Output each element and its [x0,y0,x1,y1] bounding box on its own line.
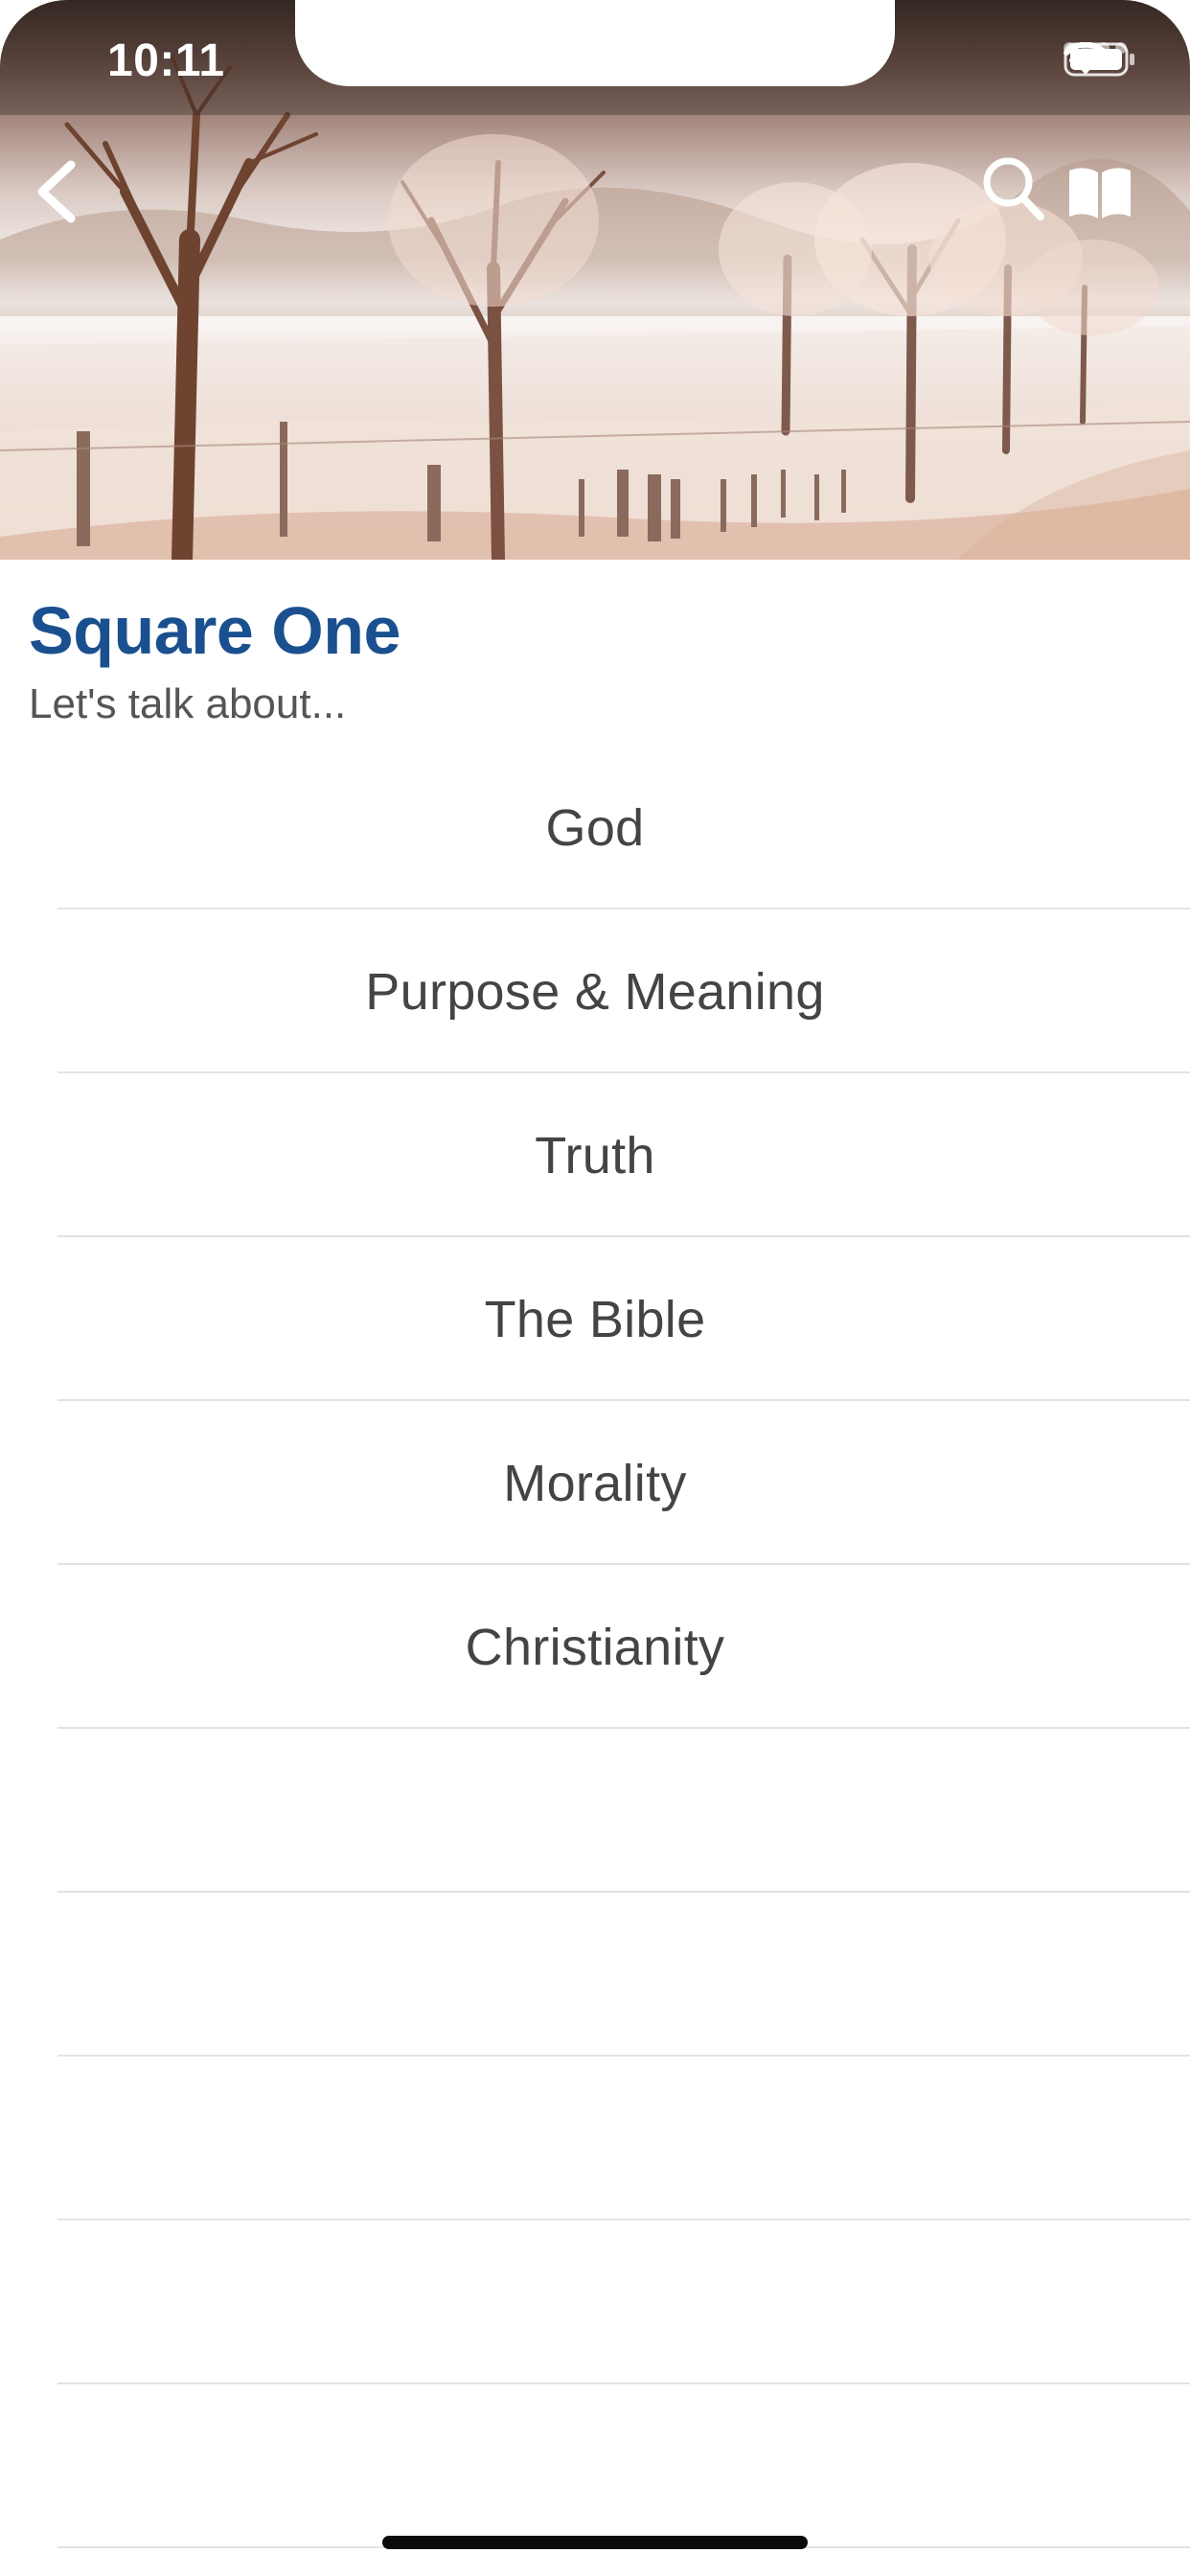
topic-label: Truth [535,1126,655,1184]
battery-icon [1064,42,1134,77]
topic-row-the-bible[interactable]: The Bible [0,1237,1190,1401]
chevron-left-icon [37,160,76,223]
status-icons [1064,42,1134,77]
search-button[interactable] [979,153,1048,226]
topic-label: Christianity [465,1618,725,1676]
page-title: Square One [29,593,400,668]
topic-label: God [545,798,645,857]
topic-row-morality[interactable]: Morality [0,1401,1190,1565]
page-subtitle: Let's talk about... [29,680,347,727]
topic-label: Morality [503,1454,687,1512]
empty-row [0,2057,1190,2220]
empty-row [0,2220,1190,2384]
search-icon [983,157,1044,220]
topic-row-purpose-meaning[interactable]: Purpose & Meaning [0,909,1190,1073]
empty-row [0,2384,1190,2548]
empty-row [0,1893,1190,2057]
topic-row-god[interactable]: God [0,746,1190,909]
bible-button[interactable] [1065,165,1134,222]
empty-row [0,1729,1190,1893]
topic-label: Purpose & Meaning [365,962,825,1021]
topic-row-christianity[interactable]: Christianity [0,1565,1190,1729]
home-indicator[interactable] [382,2536,808,2549]
back-button[interactable] [29,153,82,230]
header-image: 10:11 [0,0,1190,560]
device-notch [295,0,895,86]
topic-row-truth[interactable]: Truth [0,1073,1190,1237]
book-icon [1069,168,1131,218]
topic-list: God Purpose & Meaning Truth The Bible Mo… [0,746,1190,2548]
topic-label: The Bible [484,1290,706,1348]
status-time: 10:11 [107,35,225,86]
